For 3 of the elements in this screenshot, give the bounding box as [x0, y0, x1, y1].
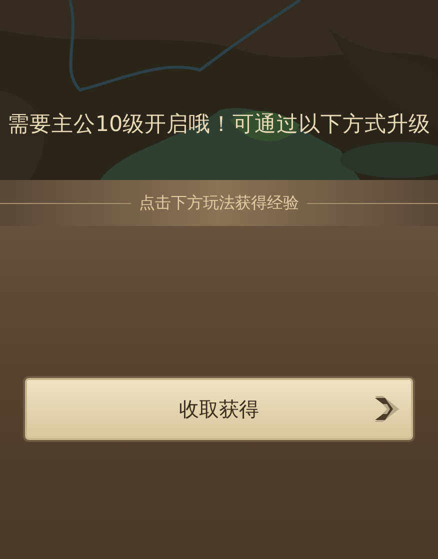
panel-heading: 点击下方玩法获得经验: [139, 192, 299, 214]
collect-button[interactable]: 收取获得: [25, 378, 413, 440]
notice-text: 需要主公10级开启哦！可通过以下方式升级: [7, 114, 431, 136]
